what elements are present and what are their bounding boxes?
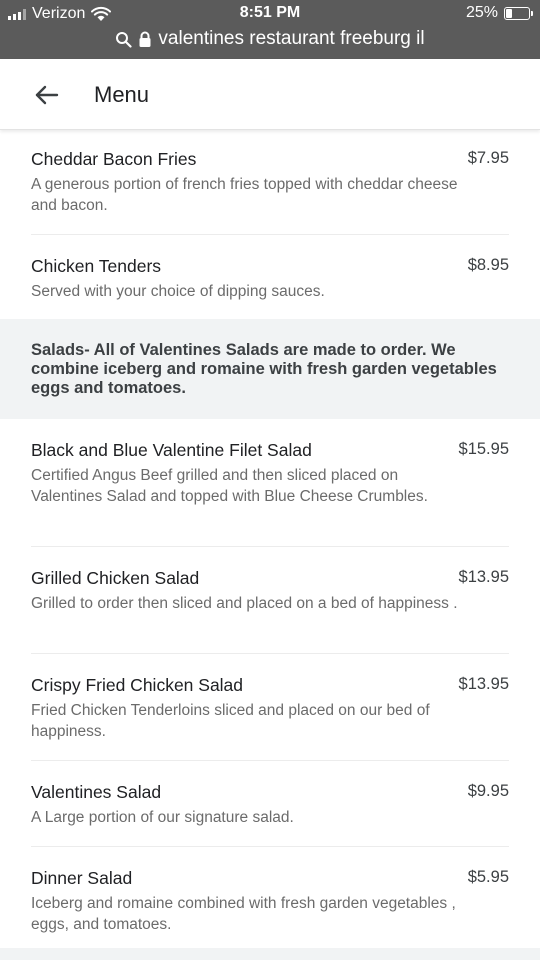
url-text: valentines restaurant freeburg il [158,28,425,49]
item-price: $8.95 [467,256,509,274]
section-header: Salads- All of Valentines Salads are mad… [0,319,540,419]
item-description: Certified Angus Beef grilled and then sl… [31,467,428,505]
item-name: Black and Blue Valentine Filet Salad [31,440,312,460]
page-title: Menu [94,82,150,107]
arrow-left-icon[interactable] [30,81,64,109]
item-name: Crispy Fried Chicken Salad [31,675,244,695]
item-price: $15.95 [458,440,509,458]
item-price: $9.95 [467,782,509,800]
url-bar[interactable]: valentines restaurant freeburg il [0,25,540,53]
battery-percent: 25% [465,4,498,21]
item-description: A generous portion of french fries toppe… [31,176,458,214]
divider [31,546,509,547]
item-name: Valentines Salad [31,782,162,802]
item-price: $7.95 [467,149,509,167]
battery-level [506,8,512,18]
battery-icon [504,6,533,20]
divider [31,846,509,847]
lock-icon [139,31,151,47]
item-description: Iceberg and romaine combined with fresh … [31,895,456,933]
item-price: $13.95 [458,568,509,586]
item-description: Served with your choice of dipping sauce… [31,283,325,300]
divider [31,234,509,235]
item-description: Grilled to order then sliced and placed … [31,595,458,612]
clock: 8:51 PM [239,4,301,21]
status-bar: Verizon 8:51 PM 25% valentines restauran… [0,0,540,59]
item-name: Cheddar Bacon Fries [31,149,197,169]
item-description: Fried Chicken Tenderloins sliced and pla… [31,702,430,740]
item-name: Chicken Tenders [31,256,162,276]
status-right: 25% [465,4,533,22]
section-title: Salads- All of Valentines Salads are mad… [31,341,497,397]
divider [31,760,509,761]
item-description: A Large portion of our signature salad. [31,809,294,826]
app-header: Menu [0,59,540,130]
bottom-section-strip [0,948,540,960]
search-icon [116,31,133,48]
item-name: Grilled Chicken Salad [31,568,200,588]
item-price: $13.95 [458,675,509,693]
item-name: Dinner Salad [31,868,133,888]
divider [31,653,509,654]
item-price: $5.95 [467,868,509,886]
